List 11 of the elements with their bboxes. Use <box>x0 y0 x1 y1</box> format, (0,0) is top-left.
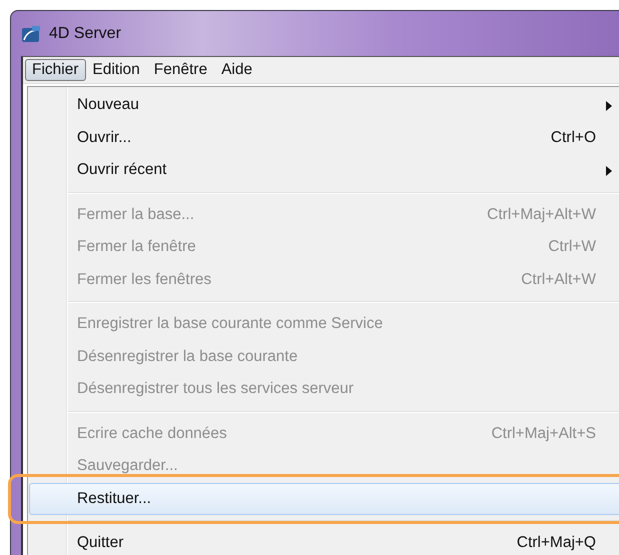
app-icon <box>21 24 41 42</box>
menu-item[interactable]: Quitter Ctrl+Maj+Q <box>29 527 619 555</box>
menu-item[interactable]: Restituer... <box>29 482 619 515</box>
menu-bar-item[interactable]: Aide <box>214 59 260 81</box>
menu-item[interactable]: Ouvrir récent <box>29 154 619 186</box>
menu-item[interactable]: Ouvrir... Ctrl+O <box>29 122 619 154</box>
menu-item[interactable]: Nouveau <box>29 89 619 122</box>
menu-bar-item[interactable]: Fichier <box>25 59 86 81</box>
menu-bar-item[interactable]: Fenêtre <box>146 59 214 81</box>
window-title: 4D Server <box>49 24 122 42</box>
menu-bar-item[interactable]: Edition <box>86 59 147 81</box>
